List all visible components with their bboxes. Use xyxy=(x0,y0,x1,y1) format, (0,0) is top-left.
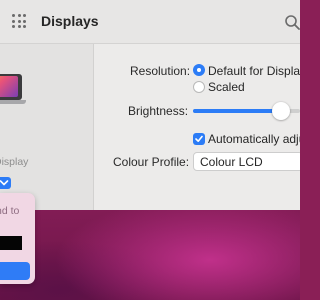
radio-default-for-display[interactable] xyxy=(193,64,205,76)
display-name-label: Display xyxy=(0,156,29,168)
option-default-for-display[interactable]: Default for Display xyxy=(208,64,300,78)
auto-brightness-checkbox[interactable] xyxy=(193,133,205,145)
brightness-slider-fill xyxy=(193,109,281,113)
resolution-label: Resolution: xyxy=(130,64,191,78)
checkmark-icon xyxy=(195,135,203,142)
colour-profile-select[interactable]: Colour LCD xyxy=(193,152,300,171)
option-scaled[interactable]: Scaled xyxy=(208,80,245,94)
colour-profile-value: Colour LCD xyxy=(200,155,263,169)
popover-label: nd to xyxy=(0,205,20,217)
brightness-slider-knob[interactable] xyxy=(271,102,290,120)
search-icon[interactable] xyxy=(284,14,300,30)
radio-scaled[interactable] xyxy=(193,81,205,93)
popover-button[interactable] xyxy=(0,262,30,280)
brightness-label: Brightness: xyxy=(128,104,189,118)
title-bar: Displays xyxy=(0,0,300,44)
display-sidebar: Display xyxy=(0,44,94,210)
colour-profile-label: Colour Profile: xyxy=(113,155,190,169)
displays-window: Displays Display Resolution: Default for… xyxy=(0,0,300,210)
laptop-display-icon[interactable] xyxy=(0,74,22,100)
display-menu-button[interactable] xyxy=(0,177,11,189)
chevron-down-icon xyxy=(0,180,9,186)
popover-field[interactable] xyxy=(0,236,22,250)
show-all-grid-icon[interactable] xyxy=(12,14,26,28)
window-title: Displays xyxy=(41,13,99,29)
laptop-base xyxy=(0,100,26,104)
auto-brightness-label[interactable]: Automatically adju xyxy=(208,132,300,146)
